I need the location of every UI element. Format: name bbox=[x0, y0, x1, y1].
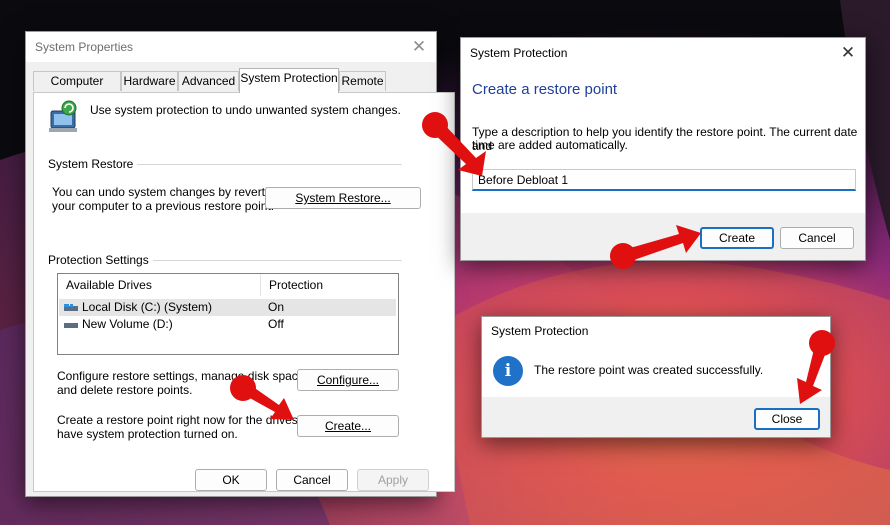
red-arrow-marker bbox=[422, 112, 486, 176]
red-arrow-marker bbox=[610, 225, 701, 269]
red-arrow-marker bbox=[230, 375, 294, 420]
tab-system-protection[interactable]: System Protection bbox=[239, 68, 339, 93]
red-arrow-marker bbox=[797, 330, 835, 404]
annotation-overlay bbox=[230, 112, 835, 420]
